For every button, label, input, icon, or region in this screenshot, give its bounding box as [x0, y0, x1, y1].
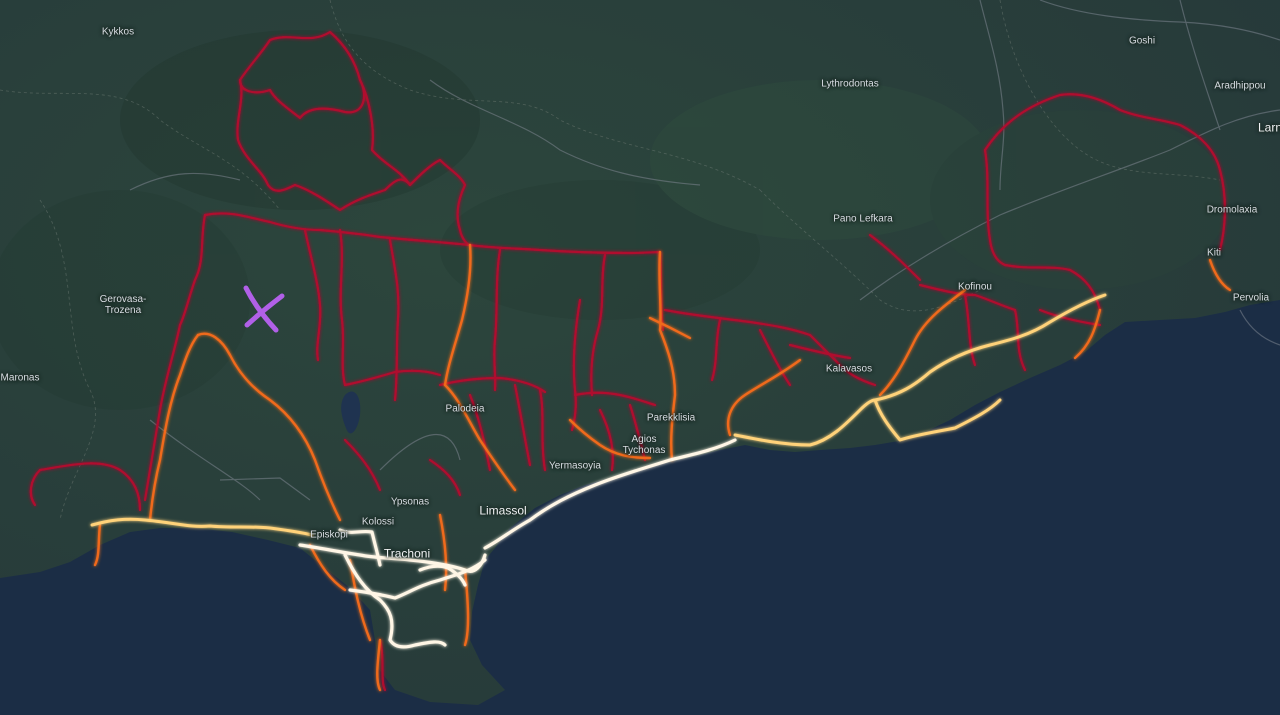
place-label-kolossi: Kolossi — [361, 516, 395, 528]
place-label-ypsonas: Ypsonas — [390, 496, 430, 508]
place-label-pano-lefkara: Pano Lefkara — [833, 213, 893, 225]
place-label-yermasoyia: Yermasoyia — [549, 460, 601, 472]
place-label-dromolaxia: Dromolaxia — [1206, 204, 1258, 216]
place-label-kykkos: Kykkos — [101, 26, 135, 38]
place-label-gerovasa-trozena: Gerovasa- Trozena — [99, 294, 147, 316]
place-label-trachoni: Trachoni — [383, 546, 431, 561]
place-label-maronas: Maronas — [0, 372, 40, 384]
place-label-agios-tychonas: Agios Tychonas — [622, 434, 666, 456]
place-label-aradhippou: Aradhippou — [1214, 80, 1266, 92]
place-label-goshi: Goshi — [1128, 35, 1156, 47]
place-label-episkopi: Episkopi — [310, 529, 348, 541]
place-label-parekklisia: Parekklisia — [646, 412, 696, 424]
place-label-kiti: Kiti — [1207, 247, 1221, 259]
heatmap-map[interactable]: Kykkos Goshi Lythrodontas Aradhippou Lar… — [0, 0, 1280, 715]
place-label-kofinou: Kofinou — [958, 281, 992, 293]
place-label-lythrodontas: Lythrodontas — [821, 78, 879, 90]
place-label-kalavasos: Kalavasos — [825, 363, 873, 375]
place-label-limassol: Limassol — [479, 503, 527, 518]
map-canvas[interactable] — [0, 0, 1280, 715]
place-label-pervolia: Pervolia — [1232, 292, 1270, 304]
place-label-larnaca: Larn — [1257, 120, 1280, 135]
place-label-palodeia: Palodeia — [445, 403, 485, 415]
